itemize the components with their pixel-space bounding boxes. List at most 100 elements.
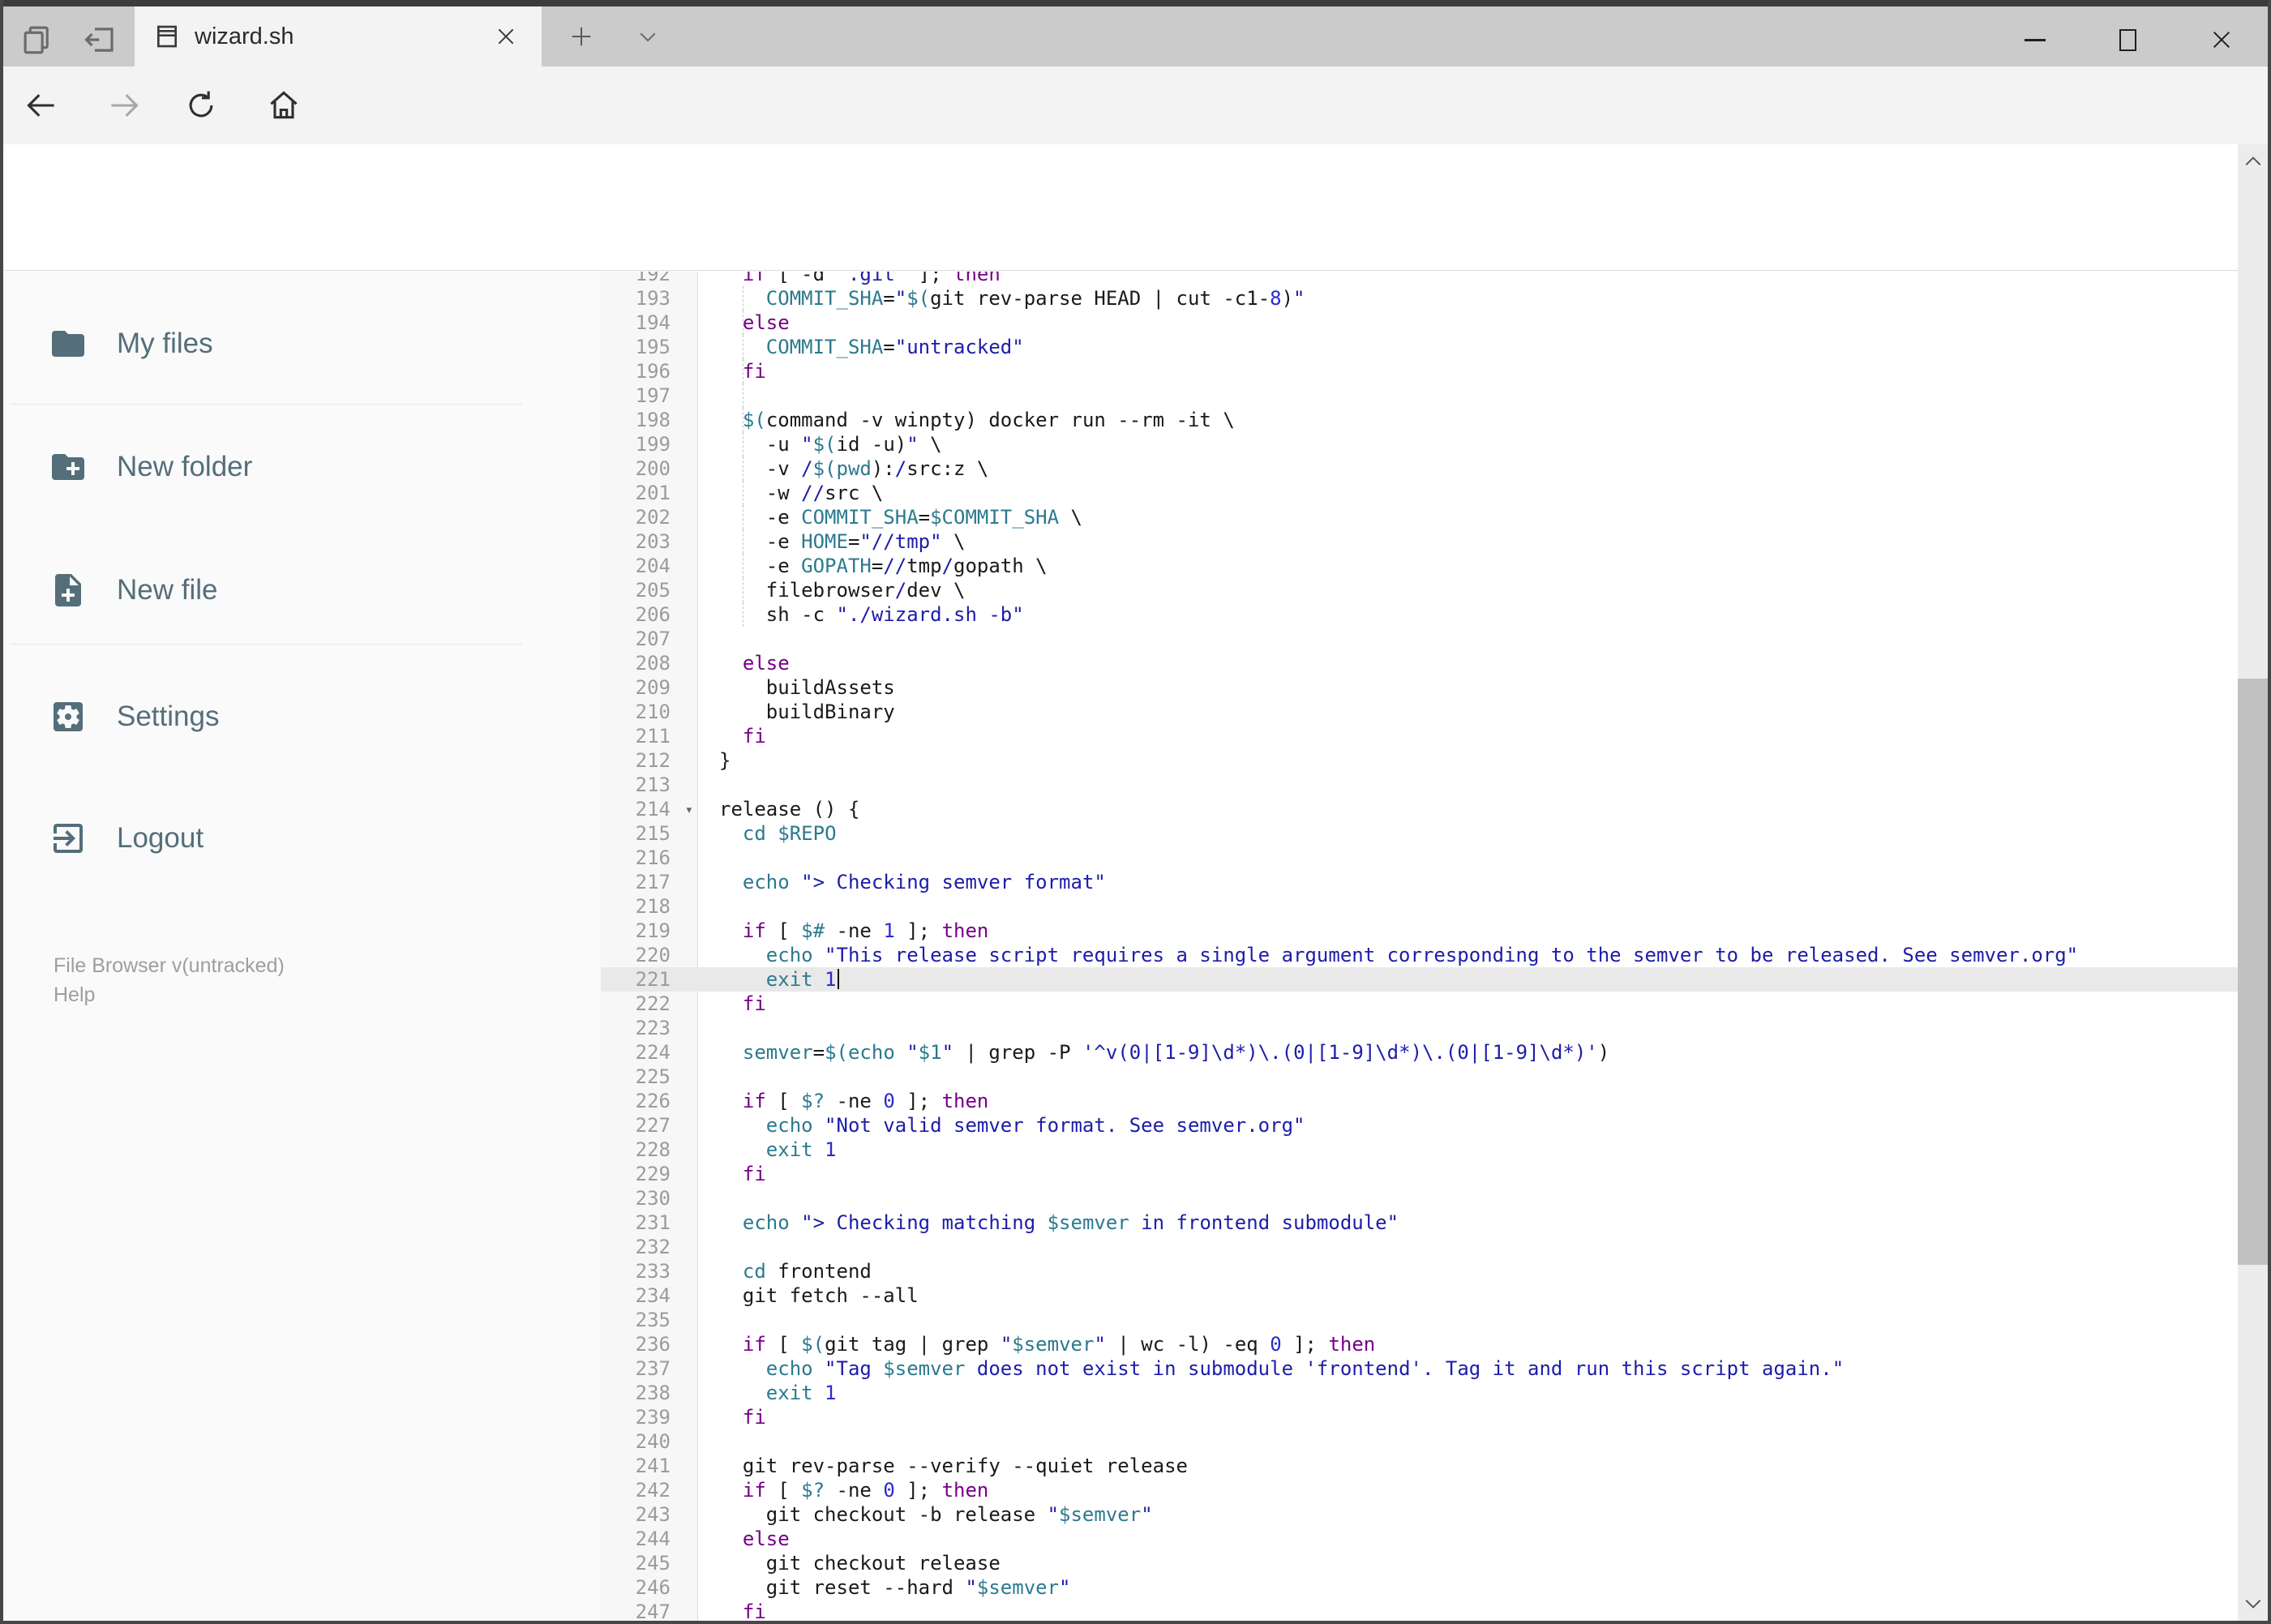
code-line[interactable]: 202 -e COMMIT_SHA=$COMMIT_SHA \ [601, 505, 2238, 529]
code-line[interactable]: 225 [601, 1065, 2238, 1089]
tab-close-icon[interactable] [490, 20, 522, 53]
code-text: } [719, 749, 731, 772]
sidebar-item-logout[interactable]: Logout [3, 810, 571, 867]
code-line[interactable]: 224 semver=$(echo "$1" | grep -P '^v(0|[… [601, 1040, 2238, 1065]
sidebar-item-new-folder[interactable]: New folder [3, 439, 571, 495]
code-line[interactable]: 215 cd $REPO [601, 821, 2238, 846]
code-line[interactable]: 236 if [ $(git tag | grep "$semver" | wc… [601, 1332, 2238, 1356]
code-line[interactable]: 226 if [ $? -ne 0 ]; then [601, 1089, 2238, 1113]
code-text: git reset --hard "$semver" [719, 1576, 1071, 1599]
code-line[interactable]: 239 fi [601, 1405, 2238, 1429]
code-line[interactable]: 205 filebrowser/dev \ [601, 578, 2238, 602]
code-line[interactable]: 227 echo "Not valid semver format. See s… [601, 1113, 2238, 1138]
code-text: if [ $# -ne 1 ]; then [742, 919, 989, 942]
line-number: 241 [635, 1455, 671, 1477]
set-tabs-aside-button[interactable] [78, 21, 123, 58]
code-line[interactable]: 208 else [601, 651, 2238, 675]
help-link[interactable]: Help [54, 983, 95, 1007]
line-number: 211 [635, 725, 671, 748]
code-line[interactable]: 247 fi [601, 1600, 2238, 1621]
maximize-icon [2119, 28, 2136, 51]
code-line[interactable]: 223 [601, 1016, 2238, 1040]
code-line[interactable]: 209 buildAssets [601, 675, 2238, 700]
code-line[interactable]: 242 if [ $? -ne 0 ]; then [601, 1478, 2238, 1502]
fold-marker-icon[interactable]: ▾ [685, 798, 693, 822]
code-line[interactable]: 217 echo "> Checking semver format" [601, 870, 2238, 894]
code-text: sh -c "./wizard.sh -b" [719, 603, 1024, 626]
code-line[interactable]: 203 -e HOME="//tmp" \ [601, 529, 2238, 554]
code-line[interactable]: 218 [601, 894, 2238, 919]
code-line[interactable]: 234 git fetch --all [601, 1283, 2238, 1308]
code-text: -e COMMIT_SHA=$COMMIT_SHA \ [719, 506, 1082, 529]
code-line[interactable]: 232 [601, 1235, 2238, 1259]
back-button[interactable] [21, 84, 63, 126]
code-line[interactable]: 210 buildBinary [601, 700, 2238, 724]
browser-tab-wizard-sh[interactable]: wizard.sh [135, 6, 542, 66]
code-text: if [ $? -ne 0 ]; then [742, 1090, 989, 1112]
code-line[interactable]: 192 if [ -d ".git" ]; then [601, 272, 2238, 286]
code-line[interactable]: 222 fi [601, 992, 2238, 1016]
forward-button[interactable] [102, 84, 144, 126]
code-line[interactable]: 193 COMMIT_SHA="$(git rev-parse HEAD | c… [601, 286, 2238, 311]
code-line[interactable]: 228 exit 1 [601, 1138, 2238, 1162]
sidebar-item-my-files[interactable]: My files [3, 315, 571, 372]
code-line[interactable]: 207 [601, 627, 2238, 651]
code-line[interactable]: 195 COMMIT_SHA="untracked" [601, 335, 2238, 359]
page-scrollbar[interactable] [2238, 144, 2268, 1621]
code-line[interactable]: 246 git reset --hard "$semver" [601, 1575, 2238, 1600]
code-line[interactable]: 196 fi [601, 359, 2238, 384]
code-line[interactable]: 244 else [601, 1527, 2238, 1551]
code-line[interactable]: 243 git checkout -b release "$semver" [601, 1502, 2238, 1527]
code-editor[interactable]: 192 if [ -d ".git" ]; then 193 COMMIT_SHA… [601, 272, 2238, 1621]
refresh-button[interactable] [180, 84, 222, 126]
code-text: exit 1 [765, 1138, 837, 1161]
code-line[interactable]: 245 git checkout release [601, 1551, 2238, 1575]
code-line[interactable]: 237 echo "Tag $semver does not exist in … [601, 1356, 2238, 1381]
code-line[interactable]: 214 ▾ release () { [601, 797, 2238, 821]
line-number: 218 [635, 895, 671, 918]
window-close-button[interactable] [2175, 13, 2268, 66]
tab-list-chevron-icon[interactable] [626, 18, 670, 55]
window-minimize-button[interactable] [1988, 13, 2081, 66]
new-tab-button[interactable] [559, 18, 603, 55]
code-line[interactable]: 216 [601, 846, 2238, 870]
tab-preview-button[interactable] [15, 21, 60, 58]
code-line[interactable]: 221 exit 1 [601, 967, 2238, 992]
code-line[interactable]: 235 [601, 1308, 2238, 1332]
code-line[interactable]: 204 -e GOPATH=//tmp/gopath \ [601, 554, 2238, 578]
window-maximize-button[interactable] [2081, 13, 2175, 66]
code-line[interactable]: 230 [601, 1186, 2238, 1211]
sidebar-item-settings[interactable]: Settings [3, 688, 571, 745]
code-line[interactable]: 238 exit 1 [601, 1381, 2238, 1405]
code-line[interactable]: 200 -v /$(pwd):/src:z \ [601, 456, 2238, 481]
tab-title: wizard.sh [195, 23, 294, 49]
code-line[interactable]: 229 fi [601, 1162, 2238, 1186]
code-line[interactable]: 211 fi [601, 724, 2238, 748]
sidebar-item-new-file[interactable]: New file [3, 562, 571, 619]
code-line[interactable]: 194 else [601, 311, 2238, 335]
code-line[interactable]: 197 [601, 384, 2238, 408]
code-line[interactable]: 199 -u "$(id -u)" \ [601, 432, 2238, 456]
line-number: 237 [635, 1357, 671, 1380]
code-line[interactable]: 220 echo "This release script requires a… [601, 943, 2238, 967]
code-line[interactable]: 206 sh -c "./wizard.sh -b" [601, 602, 2238, 627]
code-line[interactable]: 241 git rev-parse --verify --quiet relea… [601, 1454, 2238, 1478]
scroll-up-icon[interactable] [2238, 144, 2268, 180]
code-line[interactable]: 233 cd frontend [601, 1259, 2238, 1283]
scroll-down-icon[interactable] [2238, 1585, 2268, 1621]
code-line[interactable]: 231 echo "> Checking matching $semver in… [601, 1211, 2238, 1235]
code-line[interactable]: 212} [601, 748, 2238, 773]
filebrowser-header [3, 144, 2238, 271]
scrollbar-thumb[interactable] [2238, 679, 2268, 1265]
code-text: echo "Tag $semver does not exist in subm… [765, 1357, 1845, 1380]
home-button[interactable] [263, 84, 305, 126]
code-line[interactable]: 198 $(command -v winpty) docker run --rm… [601, 408, 2238, 432]
line-number: 193 [635, 287, 671, 310]
line-number: 217 [635, 871, 671, 893]
code-line[interactable]: 213 [601, 773, 2238, 797]
code-line[interactable]: 219 if [ $# -ne 1 ]; then [601, 919, 2238, 943]
code-line[interactable]: 240 [601, 1429, 2238, 1454]
code-line[interactable]: 201 -w //src \ [601, 481, 2238, 505]
